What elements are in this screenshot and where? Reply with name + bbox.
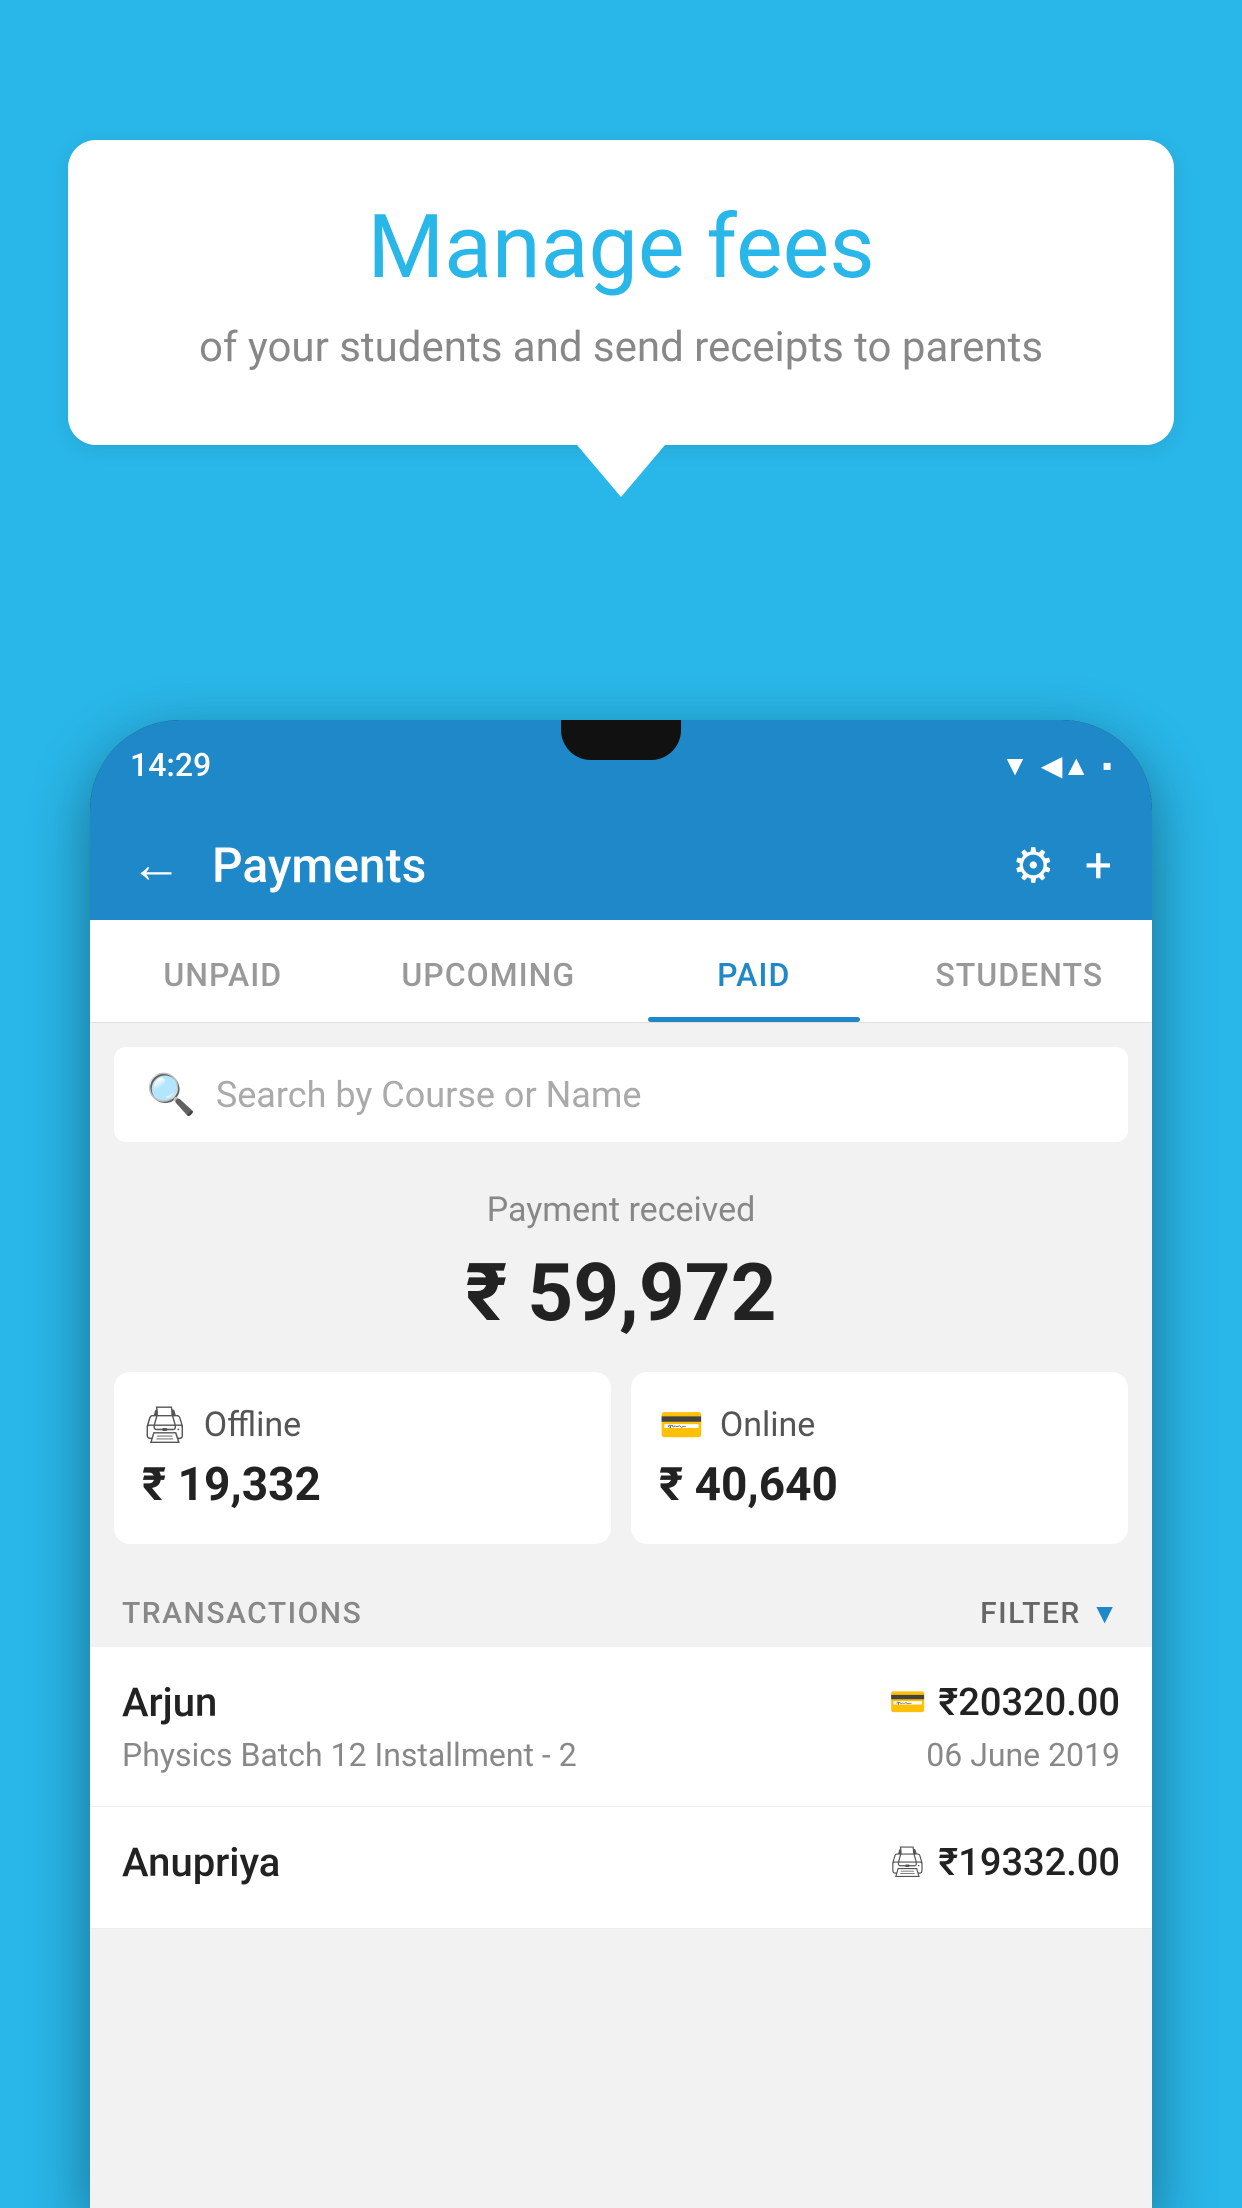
add-icon[interactable]: +	[1085, 837, 1112, 894]
tab-paid[interactable]: PAID	[621, 920, 887, 1022]
online-amount: ₹ 40,640	[659, 1458, 1100, 1512]
status-icons: ▼ ◀▲ ▪	[1001, 749, 1112, 782]
online-card-header: 💳 Online	[659, 1404, 1100, 1446]
status-bar: 14:29 ▼ ◀▲ ▪	[90, 720, 1152, 810]
online-card: 💳 Online ₹ 40,640	[631, 1372, 1128, 1544]
wifi-icon: ▼	[1001, 749, 1029, 782]
payment-total-amount: ₹ 59,972	[114, 1246, 1128, 1340]
transaction-row-2[interactable]: Anupriya 🖨 ₹19332.00	[90, 1807, 1152, 1929]
transaction-date-1: 06 June 2019	[926, 1736, 1120, 1774]
status-time: 14:29	[130, 746, 211, 784]
tooltip-subtitle: of your students and send receipts to pa…	[148, 321, 1094, 376]
online-label: Online	[720, 1405, 816, 1445]
back-button[interactable]: ←	[130, 839, 182, 891]
transaction-top-2: Anupriya 🖨 ₹19332.00	[122, 1839, 1120, 1886]
tooltip-card: Manage fees of your students and send re…	[68, 140, 1174, 445]
phone-frame: 14:29 ▼ ◀▲ ▪ ← Payments ⚙ + UNPAID UPCOM…	[90, 720, 1152, 2208]
transaction-amount-2: ₹19332.00	[938, 1841, 1120, 1885]
offline-card-header: 🖨 Offline	[142, 1404, 583, 1446]
transaction-top-1: Arjun 💳 ₹20320.00	[122, 1679, 1120, 1726]
tooltip-section: Manage fees of your students and send re…	[68, 140, 1174, 497]
filter-button[interactable]: FILTER ▼	[980, 1596, 1120, 1631]
tooltip-title: Manage fees	[148, 200, 1094, 297]
transaction-amount-wrap-2: 🖨 ₹19332.00	[888, 1841, 1120, 1885]
transaction-name-2: Anupriya	[122, 1839, 280, 1886]
settings-icon[interactable]: ⚙	[1012, 837, 1055, 894]
transactions-header: TRANSACTIONS FILTER ▼	[90, 1576, 1152, 1647]
filter-label: FILTER	[980, 1596, 1081, 1631]
online-icon: 💳	[659, 1404, 704, 1446]
transaction-amount-wrap-1: 💳 ₹20320.00	[889, 1681, 1120, 1725]
payment-summary: Payment received ₹ 59,972	[90, 1142, 1152, 1372]
offline-icon: 🖨	[142, 1404, 188, 1446]
signal-icon: ◀▲	[1041, 749, 1090, 782]
app-header: ← Payments ⚙ +	[90, 810, 1152, 920]
app-title: Payments	[212, 837, 982, 894]
transaction-amount-1: ₹20320.00	[938, 1681, 1120, 1725]
search-placeholder-text: Search by Course or Name	[216, 1074, 1096, 1116]
transaction-course-1: Physics Batch 12 Installment - 2	[122, 1736, 577, 1774]
search-icon: 🔍	[146, 1071, 196, 1118]
offline-amount: ₹ 19,332	[142, 1458, 583, 1512]
tab-unpaid[interactable]: UNPAID	[90, 920, 356, 1022]
tab-upcoming[interactable]: UPCOMING	[356, 920, 622, 1022]
filter-icon: ▼	[1091, 1597, 1120, 1630]
tab-students[interactable]: STUDENTS	[887, 920, 1153, 1022]
offline-label: Offline	[204, 1405, 301, 1445]
payment-cards: 🖨 Offline ₹ 19,332 💳 Online ₹ 40,640	[90, 1372, 1152, 1576]
transaction-name-1: Arjun	[122, 1679, 217, 1726]
transaction-card-icon-1: 💳	[889, 1685, 926, 1720]
payment-received-label: Payment received	[114, 1190, 1128, 1230]
tab-bar: UNPAID UPCOMING PAID STUDENTS	[90, 920, 1152, 1023]
transaction-row[interactable]: Arjun 💳 ₹20320.00 Physics Batch 12 Insta…	[90, 1647, 1152, 1807]
transaction-bottom-1: Physics Batch 12 Installment - 2 06 June…	[122, 1736, 1120, 1774]
transactions-label: TRANSACTIONS	[122, 1596, 362, 1631]
transaction-offline-icon-2: 🖨	[888, 1845, 926, 1880]
search-bar[interactable]: 🔍 Search by Course or Name	[114, 1047, 1128, 1142]
notch	[561, 720, 681, 760]
bubble-pointer	[577, 445, 665, 497]
offline-card: 🖨 Offline ₹ 19,332	[114, 1372, 611, 1544]
battery-icon: ▪	[1102, 749, 1112, 782]
content-area: 🔍 Search by Course or Name Payment recei…	[90, 1023, 1152, 2208]
